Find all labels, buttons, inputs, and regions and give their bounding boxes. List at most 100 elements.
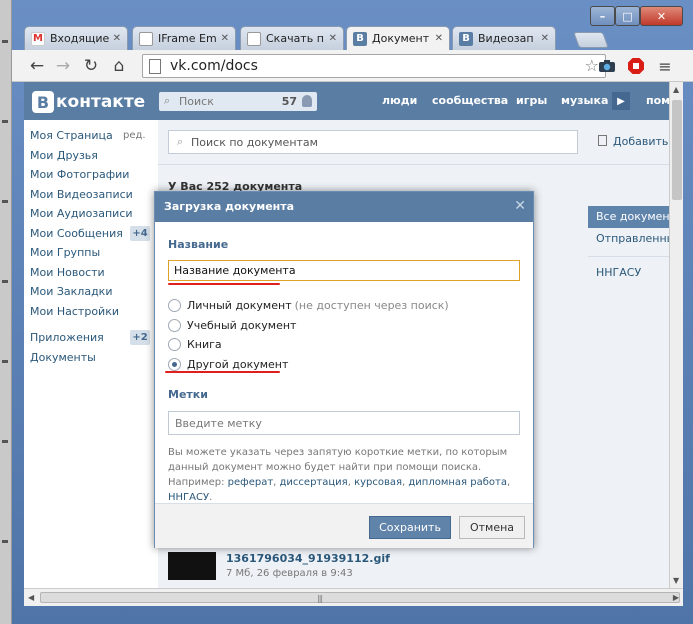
- close-tab-icon[interactable]: ✕: [541, 33, 549, 44]
- sidebar-item-documents[interactable]: Документы: [30, 351, 96, 364]
- radio-button[interactable]: [168, 318, 181, 332]
- menu-icon[interactable]: ≡: [654, 55, 676, 77]
- tags-hint: Вы можете указать через запятую короткие…: [168, 447, 511, 503]
- radio-personal-document[interactable]: Личный документ (не доступен через поиск…: [168, 297, 449, 313]
- tags-label: Метки: [168, 388, 208, 401]
- sidebar-item-apps[interactable]: Приложения: [30, 331, 104, 344]
- search-placeholder: Поиск по документам: [191, 136, 318, 149]
- sidebar-item-videos[interactable]: Мои Видеозаписи: [30, 188, 133, 201]
- tab-title: Скачать п: [266, 32, 324, 45]
- document-name-field[interactable]: Название документа: [168, 260, 520, 281]
- scrollbar-thumb[interactable]: [672, 100, 682, 200]
- edit-link[interactable]: ред.: [123, 130, 146, 141]
- horizontal-scrollbar[interactable]: ◀ ||| ▶: [24, 588, 683, 606]
- filter-sent[interactable]: Отправленные: [588, 228, 669, 250]
- tab-title: Видеозап: [478, 32, 534, 45]
- close-window-button[interactable]: ✕: [640, 6, 683, 26]
- close-tab-icon[interactable]: ✕: [221, 33, 229, 44]
- divider: [588, 256, 669, 257]
- document-name[interactable]: 1361796034_91939112.gif: [226, 552, 390, 565]
- list-item[interactable]: 1361796034_91939112.gif 7 Мб, 26 февраля…: [168, 550, 588, 584]
- option-label: Учебный документ: [187, 318, 297, 332]
- close-tab-icon[interactable]: ✕: [435, 33, 443, 44]
- sidebar-item-my-page[interactable]: Моя Страница: [30, 129, 113, 142]
- sidebar-item-messages[interactable]: Мои Сообщения: [30, 227, 123, 240]
- example-tag-link[interactable]: ННГАСУ: [168, 492, 209, 503]
- new-tab-button[interactable]: [573, 32, 609, 48]
- search-icon: ⌕: [164, 94, 171, 107]
- vk-logo-word: контакте: [56, 92, 146, 112]
- name-label: Название: [168, 238, 229, 251]
- filter-tag-nngasu[interactable]: ННГАСУ: [588, 262, 669, 284]
- nav-people[interactable]: люди: [382, 94, 417, 107]
- tab-documents[interactable]: B Документ ✕: [346, 26, 450, 50]
- scrollbar-thumb[interactable]: |||: [40, 592, 680, 603]
- tab-download[interactable]: Скачать п ✕: [240, 26, 344, 50]
- tab-gmail[interactable]: M Входящие ✕: [24, 26, 128, 50]
- example-tag-link[interactable]: дипломная работа: [408, 477, 507, 488]
- radio-button[interactable]: [168, 298, 181, 312]
- nav-communities[interactable]: сообщества: [432, 94, 508, 107]
- vk-logo-mark: B: [32, 91, 54, 113]
- document-icon: [598, 135, 607, 146]
- home-icon[interactable]: ⌂: [108, 55, 130, 77]
- save-button[interactable]: Сохранить: [369, 516, 451, 539]
- page-icon: [247, 31, 261, 46]
- filter-all-documents[interactable]: Все документы: [588, 206, 669, 228]
- add-document-link[interactable]: Добавить д: [598, 135, 669, 148]
- vk-logo[interactable]: B контакте: [32, 91, 145, 113]
- vk-icon: B: [353, 31, 367, 46]
- address-bar[interactable]: vk.com/docs ☆: [142, 54, 606, 78]
- divider: [158, 164, 669, 165]
- document-meta: 7 Мб, 26 февраля в 9:43: [226, 568, 353, 579]
- nav-games[interactable]: игры: [516, 94, 547, 107]
- forward-icon[interactable]: →: [52, 55, 74, 77]
- example-tag-link[interactable]: диссертация: [280, 477, 348, 488]
- sidebar-item-groups[interactable]: Мои Группы: [30, 246, 100, 259]
- close-icon[interactable]: ✕: [514, 198, 526, 214]
- sidebar-item-friends[interactable]: Мои Друзья: [30, 149, 98, 162]
- close-tab-icon[interactable]: ✕: [329, 33, 337, 44]
- user-icon: [302, 95, 312, 107]
- vk-icon: B: [459, 31, 473, 46]
- back-icon[interactable]: ←: [26, 55, 48, 77]
- page-icon: [149, 59, 161, 74]
- radio-study-document[interactable]: Учебный документ: [168, 317, 296, 333]
- maximize-button[interactable]: □: [615, 6, 640, 26]
- minimize-button[interactable]: –: [590, 6, 615, 26]
- radio-other-document[interactable]: Другой документ: [168, 356, 288, 372]
- option-label: Другой документ: [187, 357, 289, 371]
- apps-badge: +2: [130, 330, 150, 345]
- example-tag-link[interactable]: реферат: [228, 477, 274, 488]
- reload-icon[interactable]: ↻: [80, 55, 102, 77]
- annotation-underline: [168, 283, 280, 285]
- nav-help[interactable]: пом: [646, 94, 669, 107]
- close-tab-icon[interactable]: ✕: [113, 33, 121, 44]
- radio-button[interactable]: [168, 337, 181, 351]
- search-placeholder: Поиск: [179, 95, 214, 108]
- tab-iframe[interactable]: IFrame Em ✕: [132, 26, 236, 50]
- messages-badge: +4: [130, 226, 150, 241]
- search-icon: ⌕: [177, 135, 184, 148]
- url-text: vk.com/docs: [170, 58, 258, 74]
- adblock-icon[interactable]: [625, 55, 647, 77]
- play-icon[interactable]: ▶: [612, 92, 630, 110]
- sidebar-item-photos[interactable]: Мои Фотографии: [30, 168, 129, 181]
- nav-music[interactable]: музыка: [561, 94, 608, 107]
- sidebar-item-news[interactable]: Мои Новости: [30, 266, 105, 279]
- tags-input[interactable]: Введите метку: [168, 411, 520, 435]
- annotation-underline: [165, 371, 280, 373]
- tab-title: IFrame Em: [158, 32, 217, 45]
- vertical-scrollbar[interactable]: ▲ ▼: [669, 82, 683, 588]
- sidebar-item-audio[interactable]: Мои Аудиозаписи: [30, 207, 133, 220]
- radio-button-selected[interactable]: [168, 357, 181, 371]
- cancel-button[interactable]: Отмена: [459, 516, 525, 539]
- sidebar-item-settings[interactable]: Мои Настройки: [30, 305, 119, 318]
- camera-extension-icon[interactable]: [596, 55, 618, 77]
- radio-book[interactable]: Книга: [168, 336, 222, 352]
- example-tag-link[interactable]: курсовая: [354, 477, 402, 488]
- vk-search-input[interactable]: ⌕ Поиск 57: [159, 92, 317, 111]
- tab-videos[interactable]: B Видеозап ✕: [452, 26, 556, 50]
- documents-search-input[interactable]: ⌕ Поиск по документам: [168, 130, 578, 154]
- sidebar-item-bookmarks[interactable]: Мои Закладки: [30, 285, 112, 298]
